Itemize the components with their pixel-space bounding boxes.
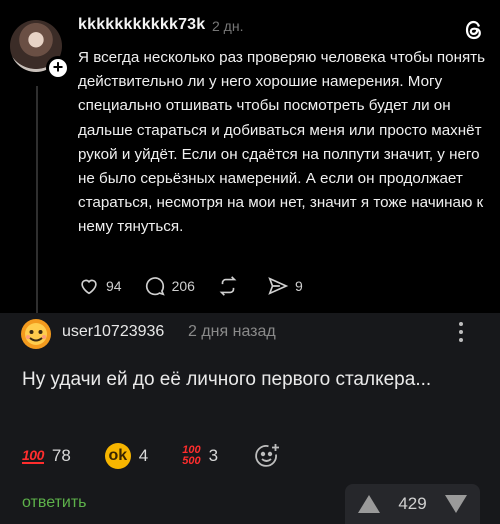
heart-icon [81, 279, 97, 295]
post-text: Я всегда несколько раз проверяю человека… [78, 49, 486, 236]
share-count: 9 [294, 278, 303, 294]
100-500-emoji: 100 500 [182, 444, 201, 467]
rating-box: 429 [345, 484, 480, 524]
comment-username[interactable]: user10723936 [62, 323, 164, 341]
reaction-ok-hand[interactable]: ok 4 [104, 440, 149, 472]
like-action[interactable]: 94 [78, 275, 122, 297]
like-count: 94 [106, 278, 122, 294]
repost-icon [219, 276, 237, 296]
reaction-100-500[interactable]: 100 500 3 [182, 440, 218, 472]
share-icon [268, 277, 289, 295]
repost-action[interactable] [217, 275, 245, 297]
thread-line [36, 86, 38, 313]
threads-logo-icon [465, 20, 481, 40]
reply-count: 206 [171, 278, 195, 294]
100-emoji: 100 [22, 447, 44, 464]
more-options-icon[interactable] [455, 319, 467, 349]
ok-hand-emoji: ok [104, 443, 131, 469]
reply-button[interactable]: ответить [22, 494, 87, 512]
post-time: 2 дн. [212, 18, 244, 34]
embedded-threads-post: + kkkkkkkkkkk73k 2 дн. Я всегда нескольк… [0, 0, 500, 313]
reactions-bar: 100 78 ok 4 100 500 3 [22, 440, 282, 472]
rating-count: 429 [398, 494, 427, 513]
reply-action[interactable]: 206 [144, 275, 195, 297]
comment-text: Ну удачи ей до её личного первого сталке… [22, 369, 432, 390]
reaction-count: 78 [51, 446, 71, 465]
share-action[interactable]: 9 [267, 275, 303, 297]
downvote-icon[interactable] [444, 494, 468, 514]
post-actions: 94 206 9 [78, 274, 325, 298]
reaction-count: 4 [138, 446, 149, 465]
post-username[interactable]: kkkkkkkkkkk73k [78, 16, 205, 34]
plus-icon[interactable]: + [46, 56, 70, 80]
reaction-count: 3 [208, 446, 219, 465]
commenter-avatar[interactable] [20, 318, 52, 350]
reaction-100[interactable]: 100 78 [22, 440, 71, 472]
comment-icon [145, 277, 165, 296]
add-reaction-icon[interactable] [252, 441, 282, 471]
upvote-icon[interactable] [357, 494, 381, 514]
comment-time: 2 дня назад [188, 323, 276, 340]
